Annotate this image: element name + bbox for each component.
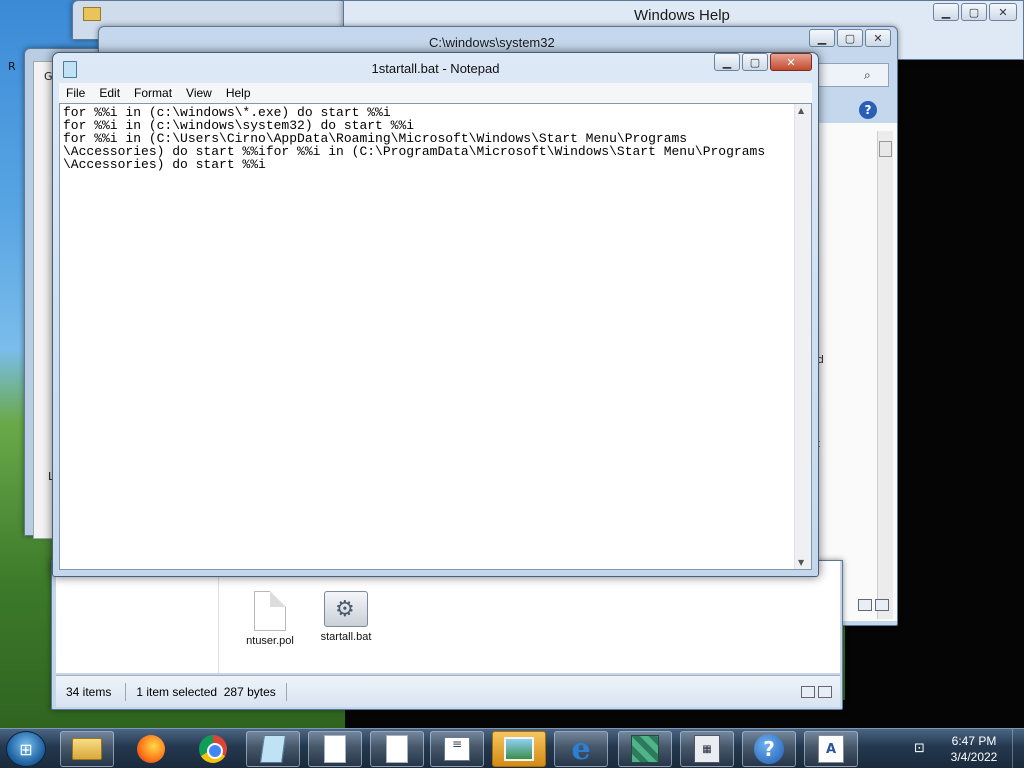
scroll-up-icon[interactable]: ▲ [798, 106, 804, 115]
window-controls: ▁ ▢ ✕ [714, 53, 812, 71]
status-item-count: 34 items [66, 684, 112, 699]
view-toggle [858, 599, 889, 611]
wordpad-icon: A [818, 735, 844, 763]
window-controls: ▁ ▢ ✕ [809, 29, 891, 47]
clock-time: 6:47 PM [951, 734, 997, 748]
file-list[interactable]: ntuser.pol startall.bat [56, 561, 840, 673]
help-icon: ? [754, 734, 784, 764]
calculator-icon: ▦ [694, 735, 720, 763]
maximize-button[interactable]: ▢ [961, 3, 987, 21]
scroll-down-icon[interactable]: ▼ [798, 558, 804, 567]
taskbar-button[interactable]: A [804, 731, 858, 767]
taskbar: ⊞ ≡ e ▦ ? A ⊡ 6:47 PM 3/4/2022 [0, 728, 1024, 768]
batch-file-icon [324, 591, 368, 627]
search-icon[interactable]: ⌕ [864, 68, 878, 82]
scrollbar-thumb[interactable] [879, 141, 892, 157]
taskbar-button[interactable] [124, 731, 178, 767]
view-toggle [801, 685, 832, 698]
minimize-button[interactable]: ▁ [933, 3, 959, 21]
minimize-button[interactable]: ▁ [714, 53, 740, 71]
menu-bar: File Edit Format View Help [59, 83, 812, 103]
document-icon [254, 591, 286, 631]
taskbar-button[interactable]: ▦ [680, 731, 734, 767]
menu-help[interactable]: Help [219, 86, 258, 100]
window-controls: ▁ ▢ ✕ [933, 3, 1017, 21]
network-icon[interactable]: ⊡ [914, 741, 930, 757]
document-icon [386, 735, 408, 763]
close-button[interactable]: ✕ [770, 53, 812, 71]
taskbar-button[interactable]: ? [742, 731, 796, 767]
file-name: startall.bat [320, 631, 372, 643]
vertical-scrollbar[interactable]: ▲ ▼ [794, 104, 811, 569]
minimize-button[interactable]: ▁ [809, 29, 835, 47]
taskbar-button[interactable] [492, 731, 546, 767]
notepad-icon [260, 735, 286, 763]
chrome-icon [199, 735, 227, 763]
firefox-icon [137, 735, 165, 763]
window-title: 1startall.bat - Notepad [371, 61, 500, 76]
taskbar-button[interactable] [618, 731, 672, 767]
maximize-button[interactable]: ▢ [742, 53, 768, 71]
text-editor[interactable]: for %%i in (c:\windows\*.exe) do start %… [59, 103, 812, 570]
menu-view[interactable]: View [179, 86, 219, 100]
large-icons-view-icon[interactable] [875, 599, 889, 611]
clock[interactable]: 6:47 PM 3/4/2022 [942, 733, 1006, 765]
internet-explorer-icon: e [571, 731, 591, 767]
status-bar: 34 items 1 item selected 287 bytes [56, 675, 840, 707]
divider [125, 682, 127, 701]
status-selection: 1 item selected 287 bytes [136, 684, 276, 699]
editor-content[interactable]: for %%i in (c:\windows\*.exe) do start %… [63, 106, 789, 565]
file-item[interactable]: ntuser.pol [234, 591, 306, 647]
file-name: ntuser.pol [246, 635, 294, 647]
notepad-window[interactable]: 1startall.bat - Notepad ▁ ▢ ✕ File Edit … [52, 52, 819, 577]
taskbar-button[interactable] [246, 731, 300, 767]
help-icon[interactable]: ? [859, 101, 877, 119]
document-icon [324, 735, 346, 763]
start-button[interactable]: ⊞ [6, 731, 46, 767]
taskbar-button[interactable]: ≡ [430, 731, 484, 767]
window-title: C:\windows\system32 [429, 35, 555, 50]
menu-file[interactable]: File [59, 86, 92, 100]
details-view-icon[interactable] [801, 685, 815, 698]
close-button[interactable]: ✕ [865, 29, 891, 47]
menu-format[interactable]: Format [127, 86, 179, 100]
taskbar-button[interactable] [60, 731, 114, 767]
taskbar-button[interactable] [186, 731, 240, 767]
window-text-fragment: R [8, 60, 16, 73]
taskbar-button[interactable] [308, 731, 362, 767]
divider [285, 682, 287, 701]
close-button[interactable]: ✕ [989, 3, 1017, 21]
show-desktop-button[interactable] [1012, 729, 1024, 768]
taskbar-button[interactable] [370, 731, 424, 767]
menu-edit[interactable]: Edit [92, 86, 127, 100]
maximize-button[interactable]: ▢ [837, 29, 863, 47]
explorer-file-window[interactable]: ntuser.pol startall.bat 34 items 1 item … [51, 560, 843, 710]
folder-icon [83, 7, 101, 21]
windows-explorer-icon [72, 738, 102, 760]
list-icon: ≡ [444, 737, 470, 761]
vertical-scrollbar[interactable] [877, 131, 893, 619]
window-title: Windows Help [634, 7, 730, 24]
clock-date: 3/4/2022 [950, 750, 998, 764]
large-icons-view-icon[interactable] [818, 685, 832, 698]
photo-viewer-icon [504, 737, 534, 761]
taskbar-button[interactable]: e [554, 731, 608, 767]
divider [218, 561, 219, 673]
cubes-icon [631, 735, 659, 763]
file-item[interactable]: startall.bat [310, 591, 382, 643]
details-view-icon[interactable] [858, 599, 872, 611]
